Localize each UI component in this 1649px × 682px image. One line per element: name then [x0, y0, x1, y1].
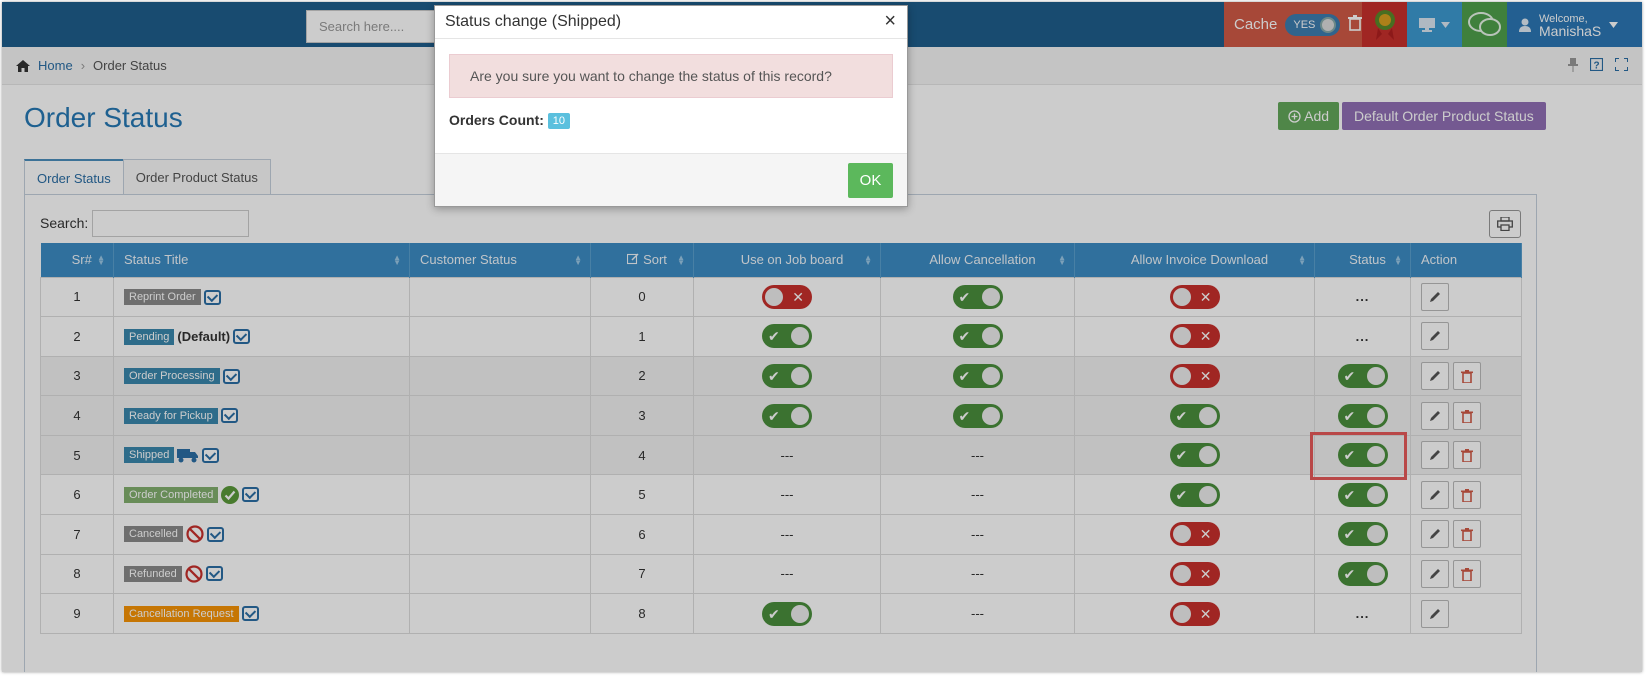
app-window: Search here.... Cache YES Welcome, Manis…: [2, 2, 1642, 672]
ok-button[interactable]: OK: [848, 163, 893, 198]
confirmation-message: Are you sure you want to change the stat…: [449, 54, 893, 98]
orders-count: Orders Count: 10: [449, 112, 893, 130]
dialog-title: Status change (Shipped): [445, 13, 622, 30]
dialog-footer: OK: [435, 153, 907, 206]
orders-count-badge: 10: [547, 113, 571, 130]
dialog-header: Status change (Shipped) ×: [435, 6, 907, 39]
status-change-dialog: Status change (Shipped) × Are you sure y…: [434, 5, 908, 207]
orders-count-label: Orders Count:: [449, 112, 544, 128]
close-icon[interactable]: ×: [884, 6, 896, 37]
